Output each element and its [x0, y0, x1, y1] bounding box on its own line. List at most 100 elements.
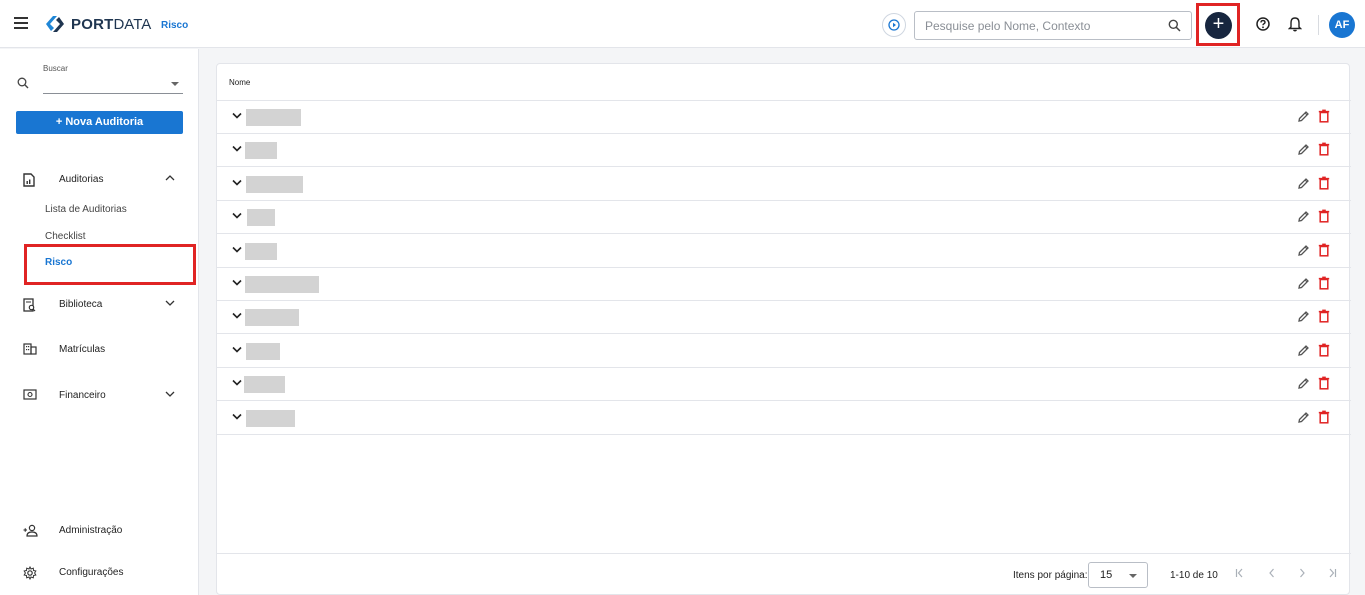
edit-pencil-icon[interactable]: [1297, 210, 1310, 223]
add-person-icon: [23, 524, 38, 537]
sidebar-search-label: Buscar: [43, 64, 68, 73]
table-header: Nome: [217, 64, 1351, 101]
table-row[interactable]: [217, 402, 1351, 435]
chevron-up-icon: [165, 175, 175, 181]
sidebar-item-matriculas[interactable]: Matrículas: [0, 339, 199, 361]
delete-trash-icon[interactable]: [1318, 243, 1330, 257]
previous-page-icon[interactable]: [1267, 568, 1277, 578]
library-search-icon: [23, 298, 36, 312]
chevron-down-icon[interactable]: [232, 279, 242, 286]
table-row[interactable]: [217, 268, 1351, 301]
table-row[interactable]: [217, 134, 1351, 168]
items-per-page-select[interactable]: 15: [1088, 562, 1148, 588]
delete-trash-icon[interactable]: [1318, 343, 1330, 357]
edit-pencil-icon[interactable]: [1297, 377, 1310, 390]
portdata-logo-icon: [46, 16, 64, 32]
delete-trash-icon[interactable]: [1318, 376, 1330, 390]
chevron-down-icon[interactable]: [232, 212, 242, 219]
risco-table-panel: Nome Itens por página: 15 1-10 de 10: [216, 63, 1351, 595]
brand-light: DATA: [113, 15, 152, 33]
edit-pencil-icon[interactable]: [1297, 277, 1310, 290]
items-per-page-label: Itens por página:: [1013, 570, 1088, 581]
chevron-down-icon: [171, 82, 179, 86]
redacted-name: [247, 209, 275, 227]
edit-pencil-icon[interactable]: [1297, 110, 1310, 123]
table-row[interactable]: [217, 101, 1351, 134]
sidebar-item-auditorias[interactable]: Auditorias: [0, 169, 199, 191]
sidebar-item-financeiro[interactable]: Financeiro: [0, 385, 199, 407]
sidebar: Buscar + Nova Auditoria Auditorias Lista…: [0, 49, 199, 595]
edit-pencil-icon[interactable]: [1297, 411, 1310, 424]
chevron-down-icon[interactable]: [232, 379, 242, 386]
redacted-name: [246, 409, 295, 427]
chevron-down-icon[interactable]: [232, 112, 242, 119]
portdata-logo[interactable]: PORT DATA: [44, 14, 151, 34]
chevron-down-icon[interactable]: [232, 312, 242, 320]
table-row[interactable]: [217, 335, 1351, 368]
column-header-nome[interactable]: Nome: [229, 78, 250, 87]
sidebar-search-select[interactable]: [43, 77, 183, 94]
sidebar-item-label: Matrículas: [59, 344, 106, 355]
delete-trash-icon[interactable]: [1318, 410, 1330, 424]
highlight-box-risco: [24, 244, 196, 285]
next-page-icon[interactable]: [1297, 568, 1307, 578]
chevron-down-icon[interactable]: [232, 346, 242, 353]
play-tutorial-button[interactable]: [882, 13, 906, 37]
chevron-down-icon[interactable]: [232, 413, 242, 420]
sidebar-item-label: Configurações: [59, 567, 124, 578]
header-divider: [1318, 15, 1319, 35]
chevron-down-icon: [165, 300, 175, 306]
search-input[interactable]: [915, 12, 1155, 39]
sidebar-item-label: Financeiro: [59, 390, 106, 401]
items-per-page-value: 15: [1100, 569, 1113, 581]
top-header: PORT DATA Risco + AF: [0, 0, 1365, 48]
global-search: [914, 11, 1192, 40]
sidebar-item-administracao[interactable]: Administração: [0, 520, 199, 542]
sidebar-item-label: Biblioteca: [59, 299, 103, 310]
chevron-down-icon[interactable]: [232, 246, 242, 253]
table-row[interactable]: [217, 368, 1351, 402]
help-icon[interactable]: [1256, 17, 1270, 31]
edit-pencil-icon[interactable]: [1297, 344, 1310, 357]
table-row[interactable]: [217, 201, 1351, 235]
chevron-down-icon[interactable]: [232, 179, 242, 186]
delete-trash-icon[interactable]: [1318, 176, 1330, 190]
user-avatar[interactable]: AF: [1329, 12, 1355, 38]
redacted-name: [246, 109, 301, 126]
sidebar-subitem-lista-auditorias[interactable]: Lista de Auditorias: [45, 204, 127, 215]
range-label: 1-10 de 10: [1170, 570, 1218, 581]
sidebar-item-biblioteca[interactable]: Biblioteca: [0, 294, 199, 316]
redacted-name: [246, 342, 280, 360]
sidebar-item-configuracoes[interactable]: Configurações: [0, 562, 199, 584]
search-icon[interactable]: [1168, 19, 1181, 32]
delete-trash-icon[interactable]: [1318, 276, 1330, 290]
breadcrumb[interactable]: Risco: [161, 20, 188, 31]
nova-auditoria-button[interactable]: + Nova Auditoria: [16, 111, 183, 134]
redacted-name: [245, 309, 299, 327]
chevron-down-icon[interactable]: [232, 145, 242, 153]
delete-trash-icon[interactable]: [1318, 109, 1330, 123]
delete-trash-icon[interactable]: [1318, 142, 1330, 156]
redacted-name: [245, 276, 319, 293]
redacted-name: [246, 175, 303, 193]
table-row[interactable]: [217, 235, 1351, 268]
menu-icon[interactable]: [14, 17, 28, 29]
delete-trash-icon[interactable]: [1318, 309, 1330, 323]
gear-icon: [23, 566, 37, 580]
notification-bell-icon[interactable]: [1288, 16, 1302, 32]
highlight-box-add: [1196, 3, 1240, 46]
money-icon: [23, 389, 37, 400]
edit-pencil-icon[interactable]: [1297, 143, 1310, 156]
table-row[interactable]: [217, 301, 1351, 335]
edit-pencil-icon[interactable]: [1297, 310, 1310, 323]
brand-bold: PORT: [71, 15, 114, 33]
last-page-icon[interactable]: [1327, 568, 1337, 578]
edit-pencil-icon[interactable]: [1297, 244, 1310, 257]
sidebar-subitem-checklist[interactable]: Checklist: [45, 231, 86, 242]
edit-pencil-icon[interactable]: [1297, 177, 1310, 190]
building-icon: [23, 343, 37, 355]
table-row[interactable]: [217, 168, 1351, 201]
play-circle-icon: [888, 19, 900, 31]
delete-trash-icon[interactable]: [1318, 209, 1330, 223]
first-page-icon[interactable]: [1235, 568, 1245, 578]
